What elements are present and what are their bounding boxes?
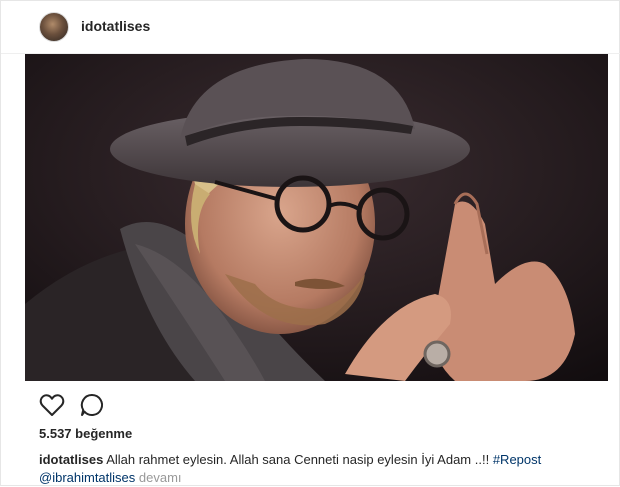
caption-hashtag[interactable]: #Repost [493, 452, 541, 467]
speech-bubble-icon[interactable] [79, 392, 105, 418]
caption-username[interactable]: idotatlises [39, 452, 103, 467]
caption-mention[interactable]: @ibrahimtatlises [39, 470, 135, 485]
post-photo[interactable] [25, 54, 608, 381]
post-actions [39, 392, 239, 418]
post-username[interactable]: idotatlises [81, 18, 150, 34]
post-card: idotatlises 5.537 beğenme idotatlises Al… [0, 0, 620, 486]
post-caption: idotatlises Allah rahmet eylesin. Allah … [39, 451, 599, 487]
likes-count[interactable]: 5.537 beğenme [39, 426, 132, 441]
heart-outline-icon[interactable] [39, 392, 65, 418]
photo-image [25, 54, 608, 381]
caption-text: Allah rahmet eylesin. Allah sana Cenneti… [106, 452, 490, 467]
post-header: idotatlises [1, 1, 620, 54]
avatar[interactable] [39, 12, 69, 42]
caption-more-link[interactable]: devamı [139, 470, 182, 485]
